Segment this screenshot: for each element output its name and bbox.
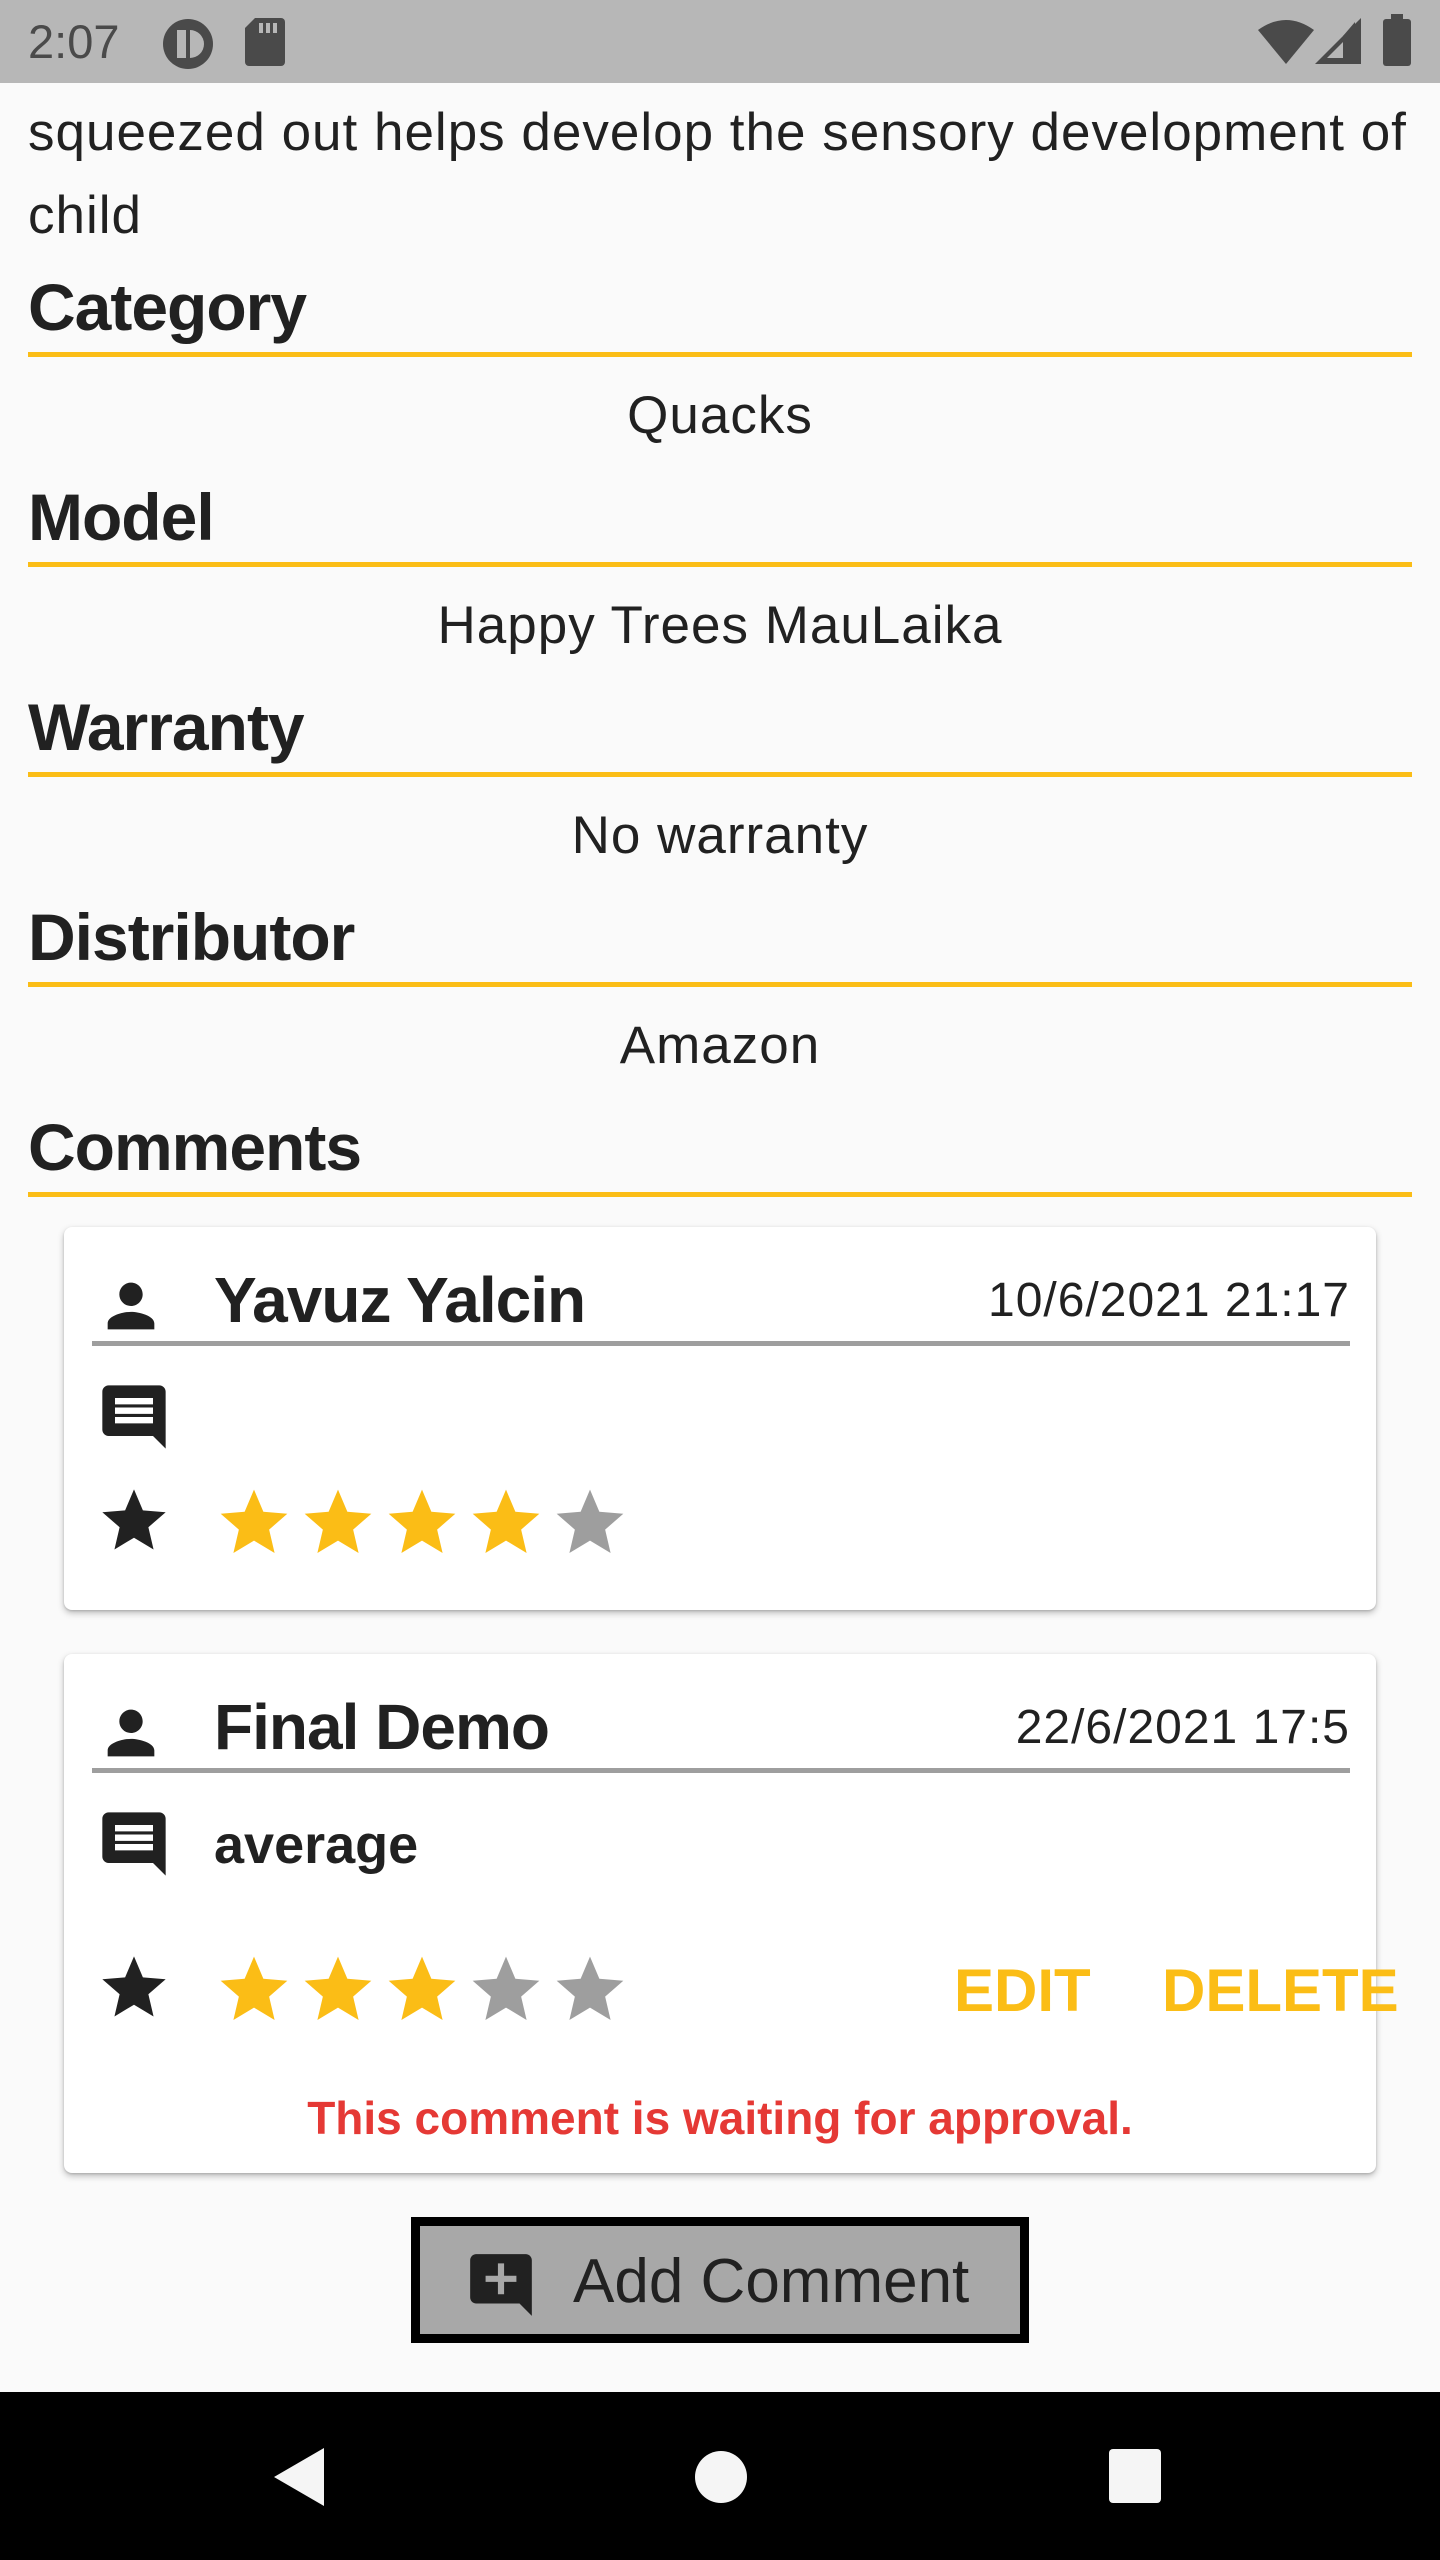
category-heading: Category xyxy=(28,270,307,344)
app-icon xyxy=(163,19,213,69)
status-time: 2:07 xyxy=(28,15,120,68)
section-divider xyxy=(28,1192,1412,1197)
rating-star-icon xyxy=(102,1956,166,2017)
comment-date: 22/6/2021 17:5 xyxy=(1015,1701,1350,1754)
comment-body-row: average xyxy=(92,1806,1350,1886)
comment-card: Final Demo 22/6/2021 17:5 average EDIT D… xyxy=(64,1654,1399,2173)
model-heading: Model xyxy=(28,480,215,554)
star-empty-icon xyxy=(472,1956,540,2020)
section-divider xyxy=(28,352,1412,357)
star-filled-icon xyxy=(472,1489,540,1553)
edit-comment-button[interactable]: EDIT xyxy=(954,1956,1091,2025)
add-comment-button-face: Add Comment xyxy=(420,2226,1020,2334)
wifi-icon xyxy=(1258,20,1314,64)
person-icon xyxy=(107,1282,155,1330)
distributor-section: Distributor Amazon xyxy=(28,896,1412,1076)
comment-rating-row: EDIT DELETE xyxy=(92,1950,1399,2030)
category-value: Quacks xyxy=(627,386,813,445)
warranty-heading: Warranty xyxy=(28,690,305,764)
signal-icon xyxy=(1315,18,1361,64)
comment-rating-row xyxy=(92,1483,1350,1563)
delete-comment-button[interactable]: DELETE xyxy=(1162,1956,1399,2025)
add-comment-icon xyxy=(470,2254,532,2316)
section-divider xyxy=(28,982,1412,987)
comment-body-row xyxy=(92,1379,1350,1459)
approval-notice: This comment is waiting for approval. xyxy=(307,2092,1133,2144)
star-filled-icon xyxy=(304,1489,372,1553)
sd-card-icon xyxy=(245,18,285,66)
recents-icon[interactable] xyxy=(1109,2449,1161,2503)
comment-text: average xyxy=(214,1815,419,1875)
comment-author: Final Demo xyxy=(214,1691,550,1763)
model-value: Happy Trees MauLaika xyxy=(437,596,1003,655)
star-filled-icon xyxy=(220,1956,288,2020)
comment-header: Final Demo 22/6/2021 17:5 xyxy=(92,1684,1350,1776)
category-section: Category Quacks xyxy=(28,266,1412,446)
navigation-bar xyxy=(0,2392,1440,2560)
comment-header: Yavuz Yalcin 10/6/2021 21:17 xyxy=(92,1257,1350,1349)
rating-star-icon xyxy=(102,1489,166,1550)
add-comment-label: Add Comment xyxy=(573,2247,970,2316)
star-empty-icon xyxy=(556,1489,624,1553)
add-comment-button[interactable]: Add Comment xyxy=(411,2217,1029,2343)
comment-icon xyxy=(102,1812,166,1876)
home-icon[interactable] xyxy=(694,2450,748,2504)
comments-heading: Comments xyxy=(28,1110,362,1184)
comment-divider xyxy=(92,1341,1350,1346)
warranty-section: Warranty No warranty xyxy=(28,686,1412,866)
comment-divider xyxy=(92,1768,1350,1773)
section-divider xyxy=(28,562,1412,567)
star-filled-icon xyxy=(388,1489,456,1553)
back-icon[interactable] xyxy=(270,2446,326,2508)
comment-date: 10/6/2021 21:17 xyxy=(988,1274,1350,1327)
comment-icon xyxy=(102,1385,166,1449)
star-filled-icon xyxy=(304,1956,372,2020)
battery-icon xyxy=(1383,14,1411,66)
warranty-value: No warranty xyxy=(571,806,869,865)
comment-card: Yavuz Yalcin 10/6/2021 21:17 xyxy=(64,1227,1376,1610)
section-divider xyxy=(28,772,1412,777)
comment-author: Yavuz Yalcin xyxy=(214,1264,586,1336)
status-bar: 2:07 xyxy=(0,0,1440,83)
product-description: squeezed out helps develop the sensory d… xyxy=(28,103,1407,245)
person-icon xyxy=(107,1709,155,1757)
star-empty-icon xyxy=(556,1956,624,2020)
distributor-heading: Distributor xyxy=(28,900,355,974)
star-filled-icon xyxy=(388,1956,456,2020)
star-filled-icon xyxy=(220,1489,288,1553)
distributor-value: Amazon xyxy=(619,1016,821,1075)
model-section: Model Happy Trees MauLaika xyxy=(28,476,1412,656)
comments-section: Comments xyxy=(28,1106,1412,1197)
